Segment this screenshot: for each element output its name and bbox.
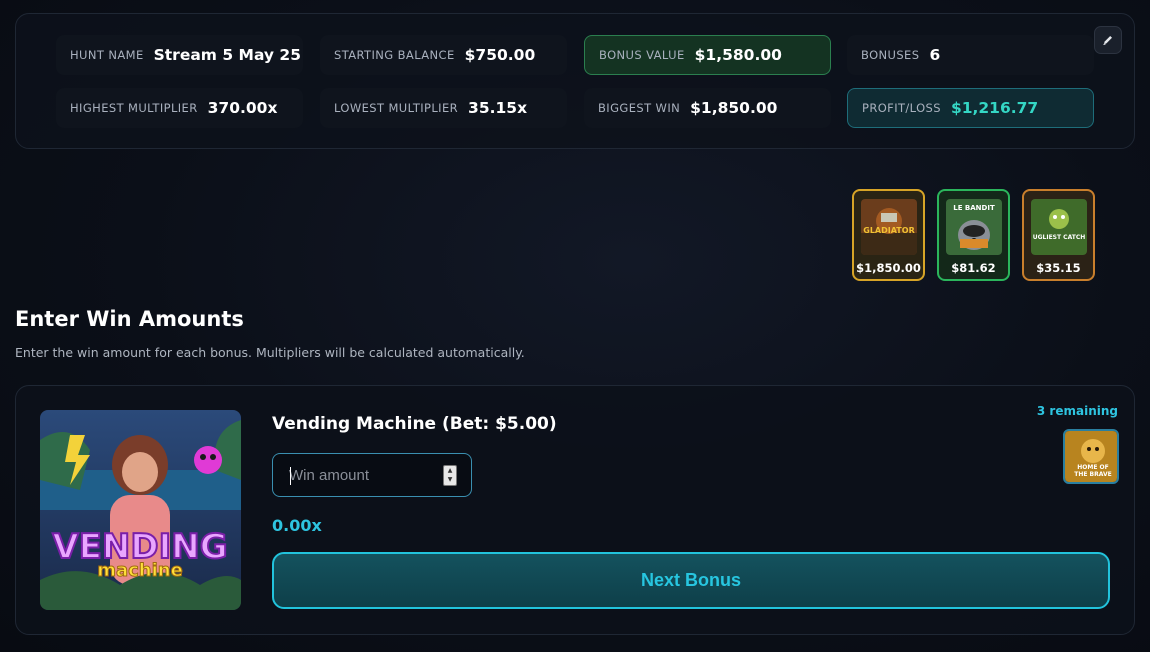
svg-text:UGLIEST CATCH: UGLIEST CATCH [1032,234,1085,241]
top-win-thumb[interactable]: UGLIEST CATCH $35.15 [1022,189,1095,281]
stat-value: $1,580.00 [694,46,782,64]
svg-text:THE BRAVE: THE BRAVE [1074,471,1111,478]
pencil-icon [1103,36,1112,45]
stats-panel: HUNT NAME Stream 5 May 25 STARTING BALAN… [15,13,1135,149]
current-bonus-title: Vending Machine (Bet: $5.00) [272,414,557,434]
stat-profit-loss: PROFIT/LOSS $1,216.77 [847,88,1094,128]
section-description: Enter the win amount for each bonus. Mul… [15,345,525,360]
stat-bonus-value: BONUS VALUE $1,580.00 [584,35,831,75]
stat-value: 6 [929,46,941,64]
top-win-thumb[interactable]: GLADIATOR $1,850.00 [852,189,925,281]
svg-text:machine: machine [97,560,183,581]
text-caret [290,467,291,485]
stepper-down-icon[interactable]: ▼ [444,476,456,486]
section-title: Enter Win Amounts [15,307,244,331]
game-thumbnail: GLADIATOR [860,199,917,255]
remaining-count: 3 remaining [1036,404,1118,418]
edit-button[interactable] [1094,26,1122,54]
stat-value: $1,850.00 [690,99,778,117]
svg-text:GLADIATOR: GLADIATOR [863,226,914,235]
svg-text:LE BANDIT: LE BANDIT [953,204,995,212]
stat-starting-balance: STARTING BALANCE $750.00 [320,35,567,75]
multiplier-value: 0.00x [272,516,322,535]
svg-text:HOME OF: HOME OF [1077,464,1108,471]
stepper-up-icon[interactable]: ▲ [444,466,456,476]
stat-lowest-multiplier: LOWEST MULTIPLIER 35.15x [320,88,567,128]
game-thumbnail: UGLIEST CATCH [1030,199,1087,255]
stat-value: Stream 5 May 25 [153,46,302,64]
next-bonus-button[interactable]: Next Bonus [272,552,1110,609]
stat-value: $1,216.77 [950,99,1039,117]
stat-label: BONUS VALUE [599,48,685,62]
stat-label: STARTING BALANCE [334,48,455,62]
stat-hunt-name: HUNT NAME Stream 5 May 25 [56,35,303,75]
stat-bonuses: BONUSES 6 [847,35,1094,75]
stat-label: PROFIT/LOSS [862,101,941,115]
win-amount: $35.15 [1036,261,1081,275]
win-amount: $81.62 [951,261,996,275]
stat-value: 35.15x [468,99,528,117]
game-thumbnail: LE BANDIT [945,199,1002,255]
bonus-entry-panel: VENDING machine Vending Machine (Bet: $5… [15,385,1135,635]
stat-highest-multiplier: HIGHEST MULTIPLIER 370.00x [56,88,303,128]
stat-label: HIGHEST MULTIPLIER [70,101,198,115]
number-stepper[interactable]: ▲ ▼ [443,465,457,486]
next-queue-thumbnail[interactable]: HOME OF THE BRAVE [1063,429,1119,484]
stat-value: $750.00 [464,46,536,64]
stat-biggest-win: BIGGEST WIN $1,850.00 [584,88,831,128]
win-amount-input-wrapper[interactable]: ▲ ▼ [272,453,472,497]
stat-value: 370.00x [207,99,278,117]
win-amount: $1,850.00 [856,261,921,275]
stat-label: LOWEST MULTIPLIER [334,101,459,115]
stat-label: HUNT NAME [70,48,144,62]
stat-label: BONUSES [861,48,920,62]
top-win-thumb[interactable]: LE BANDIT $81.62 [937,189,1010,281]
win-amount-input[interactable] [289,466,429,484]
current-game-image: VENDING machine [40,410,241,610]
stat-label: BIGGEST WIN [598,101,681,115]
